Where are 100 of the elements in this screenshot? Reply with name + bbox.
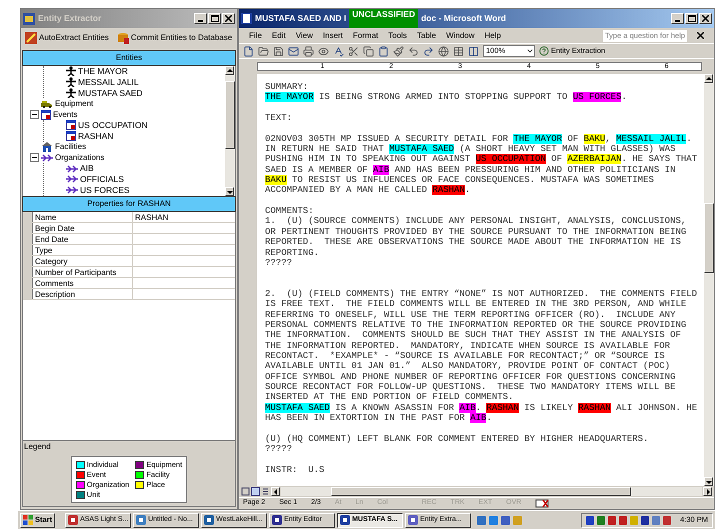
minimize-button[interactable] (671, 13, 684, 24)
undo-icon[interactable] (408, 46, 419, 56)
close-button[interactable] (699, 13, 712, 24)
maximize-button[interactable] (208, 13, 221, 24)
document-line: ????? (265, 258, 292, 268)
app-icon (136, 515, 146, 525)
redo-icon[interactable] (423, 46, 434, 56)
auto-extract-button[interactable]: AutoExtract Entities (25, 32, 109, 44)
tree-item[interactable]: MESSAIL JALIL (78, 76, 139, 89)
person-icon (66, 88, 76, 98)
scroll-thumb[interactable] (704, 203, 714, 273)
scroll-up-button[interactable] (225, 66, 234, 75)
menu-item[interactable]: Table (416, 30, 436, 42)
print-icon[interactable] (303, 46, 314, 56)
property-value[interactable]: RASHAN (133, 212, 168, 222)
vehicle-icon (41, 100, 53, 108)
menu-item[interactable]: Help (484, 30, 501, 42)
organization-icon (66, 175, 78, 184)
scroll-down-button[interactable] (704, 477, 713, 486)
tree-item[interactable]: Equipment (55, 98, 94, 110)
app-icon (340, 515, 350, 525)
view-icon[interactable] (261, 487, 270, 496)
menu-item[interactable]: View (296, 30, 313, 42)
property-name: Comments (33, 278, 133, 288)
document-line: SUMMARY: (265, 82, 308, 92)
tree-item[interactable]: US OCCUPATION (78, 119, 148, 132)
document-line: ACCOMPANIED BY A MAN HE CALLED RASHAN. (265, 185, 470, 196)
organization-icon (66, 164, 78, 173)
scroll-thumb[interactable] (225, 81, 235, 149)
document-line: PERSONAL COMMENTS RELATIVE TO THE INFORMATION REPORTED OR THE SOURCE PROVIDING (265, 320, 686, 330)
tree-item[interactable]: Events (53, 108, 78, 121)
tree-item[interactable]: Organizations (55, 152, 104, 164)
scrollbar[interactable] (225, 66, 235, 196)
tree-item[interactable]: MUSTAFA SAED (78, 86, 143, 100)
tree-item[interactable]: RASHAN (78, 130, 114, 143)
collapse-icon[interactable] (30, 153, 38, 162)
close-button[interactable] (222, 13, 235, 24)
maximize-button[interactable] (685, 13, 698, 24)
classification-banner: UNCLASSIFIED (349, 9, 418, 28)
document-line: INSERTED AT THE END PORTION OF FIELD COMMENTS. (265, 392, 514, 402)
close-icon[interactable] (697, 32, 704, 39)
window-title: Entity Extractor (38, 12, 102, 25)
person-icon (66, 77, 76, 88)
brush-icon[interactable] (393, 46, 404, 56)
cut-icon[interactable] (348, 46, 359, 56)
document-line: 02NOV03 305TH MP ISSUED A SECURITY DETAIL FOR THE MAYOR OF BAKU, MESSAIL JALIL. (265, 134, 692, 144)
spelling-icon[interactable] (333, 46, 344, 56)
property-name: Type (33, 245, 133, 255)
copy-icon[interactable] (363, 46, 374, 56)
windows-logo-icon (23, 515, 33, 525)
close-icon (225, 15, 232, 22)
organization-icon (66, 186, 78, 194)
document-line: INSTR: U.S (265, 464, 324, 475)
menu-item[interactable]: Insert (322, 30, 343, 42)
horizontal-scrollbar[interactable] (281, 487, 702, 496)
menu-item[interactable]: File (249, 30, 262, 42)
document-line: AVAILABLE UNTIL 01 JAN 01.” ALSO MANDATORY, PROVIDE POINT OF CONTACT (POC) (265, 361, 670, 372)
menu-item[interactable]: Format (352, 30, 378, 42)
tree-item[interactable]: THE MAYOR (78, 66, 128, 78)
tree-item[interactable]: AIB (80, 162, 94, 175)
legend-title: Legend (23, 441, 52, 453)
scroll-right-button[interactable] (703, 487, 712, 496)
save-icon[interactable] (273, 46, 284, 56)
calendar-icon (66, 120, 76, 130)
scroll-up-button[interactable] (704, 74, 713, 83)
menu-item[interactable]: Edit (272, 30, 286, 42)
document-line: IN RETURN HE SAID THAT MUSTAFA SAED (A SHORT HEAVY SET MAN WITH GLASSES) WAS (265, 144, 676, 154)
preview-icon[interactable] (318, 46, 329, 56)
building-icon (41, 142, 53, 152)
document-line: TEXT: (265, 113, 292, 124)
columns-icon[interactable] (468, 46, 479, 56)
table-icon[interactable] (453, 46, 464, 56)
document-line: PUSHING HIM IN TO SPEAKING OUT AGAINST US OCCUPATION OF AZERBAIJAN. HE SAYS THAT (265, 154, 698, 164)
document-line: REFERRING TO ONESELF, WILL USE THE TERM REPORTING OFFICER (RO). INCLUDE ANY (265, 310, 676, 320)
scroll-left-button[interactable] (271, 487, 280, 496)
menu-item[interactable]: Tools (388, 30, 407, 42)
collapse-icon[interactable] (30, 110, 38, 120)
minimize-button[interactable] (194, 13, 207, 24)
tree-item[interactable]: OFFICIALS (80, 173, 124, 186)
document-line: OR PERTINENT THOUGHTS PROVIDED BY THE SOURCE PURSUANT TO THE INFORMATION BEING (265, 226, 686, 237)
document-icon (241, 13, 252, 24)
commit-button[interactable]: Commit Entities to Database (116, 32, 232, 44)
app-icon (272, 515, 282, 525)
scroll-down-button[interactable] (225, 187, 234, 196)
open-folder-icon[interactable] (258, 46, 269, 56)
new-document-icon[interactable] (243, 46, 254, 56)
globe-icon[interactable] (438, 46, 449, 56)
paste-icon[interactable] (378, 46, 389, 56)
menu-item[interactable]: Window (446, 30, 475, 42)
scroll-thumb[interactable] (331, 487, 631, 496)
tree-item[interactable]: Facilities (55, 140, 86, 153)
close-icon (702, 15, 709, 22)
mail-icon[interactable] (288, 46, 299, 56)
document-line: SOURCE RECONTACT FOR FOLLOW-UP QUESTIONS. THESE TWO MANDATORY ITEMS WILL BE (265, 382, 676, 392)
tree-item[interactable]: US FORCES (80, 184, 130, 196)
scrollbar[interactable] (704, 74, 714, 486)
property-name: Description (33, 289, 133, 299)
entities-header: Entities (22, 50, 236, 66)
document-line: COMMENTS: (265, 206, 314, 216)
properties-header: Properties for RASHAN (22, 196, 236, 212)
